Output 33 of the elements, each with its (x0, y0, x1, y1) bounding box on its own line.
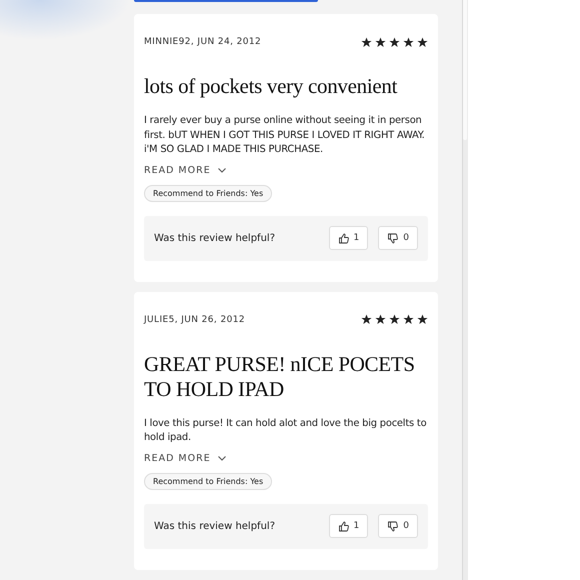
review-title: GREAT PURSE! nICE POCETS TO HOLD IPAD (144, 352, 416, 402)
star-icon (361, 314, 372, 326)
star-icon (417, 314, 428, 326)
helpful-yes-button[interactable]: 1 (328, 514, 368, 538)
read-more-link[interactable]: READ MORE (144, 164, 226, 178)
read-more-link[interactable]: READ MORE (144, 452, 226, 466)
thumbs-down-icon (387, 520, 398, 532)
recommend-tag: Recommend to Friends: Yes (144, 184, 272, 202)
review-author-date: MINNIE92, JUN 24, 2012 (144, 37, 262, 47)
star-icon (375, 314, 386, 326)
star-icon (417, 36, 428, 48)
button-edge[interactable] (134, 0, 318, 2)
review-text: I rarely ever buy a purse online without seeing it in person first. bUT WHEN I GOT THIS PURSE I LOVED IT RIGHT AWAY. i'M SO GLAD I MADE THIS PURCHASE. (144, 114, 426, 158)
chevron-down-icon (218, 456, 226, 462)
review-title: lots of pockets very convenient (144, 74, 398, 99)
helpful-question: Was this review helpful? (154, 232, 276, 244)
review-author-date: JULIE5, JUN 26, 2012 (144, 314, 245, 325)
recommend-tag: Recommend to Friends: Yes (144, 472, 272, 490)
review-text: I love this purse! It can hold alot and love the big pocelts to hold ipad. (144, 416, 428, 446)
star-icon (403, 314, 414, 326)
helpful-question: Was this review helpful? (154, 520, 276, 532)
thumbs-up-icon (338, 520, 349, 532)
thumbs-down-icon (387, 232, 398, 244)
chevron-down-icon (218, 168, 226, 174)
star-icon (389, 36, 400, 48)
helpful-yes-button[interactable]: 1 (328, 226, 368, 250)
helpful-no-button[interactable]: 0 (378, 226, 418, 250)
helpful-no-button[interactable]: 0 (378, 514, 418, 538)
star-icon (403, 36, 414, 48)
star-icon (375, 36, 386, 48)
star-icon (389, 314, 400, 326)
thumbs-up-icon (338, 232, 349, 244)
star-icon (361, 36, 372, 48)
